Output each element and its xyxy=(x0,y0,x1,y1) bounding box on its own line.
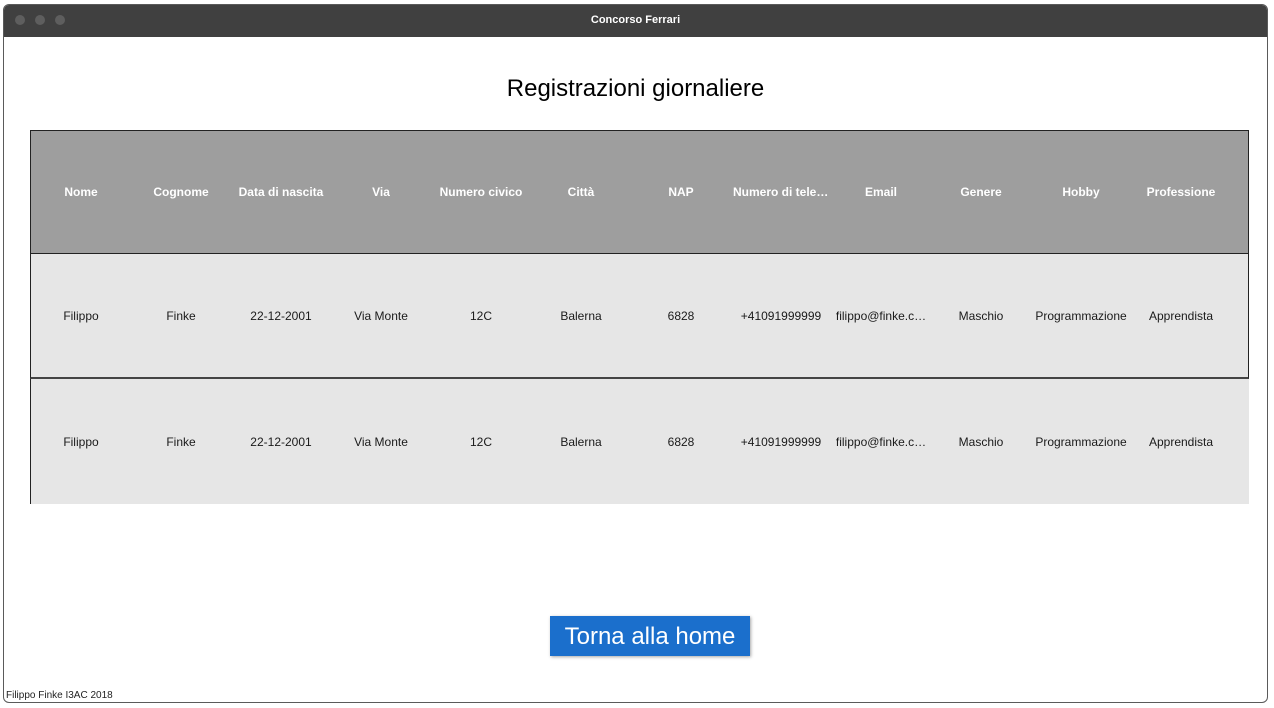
column-header-hobby[interactable]: Hobby xyxy=(1031,185,1131,199)
cell-nome: Filippo xyxy=(63,434,99,449)
column-header-nap[interactable]: NAP xyxy=(631,185,731,199)
cell-citta: Balerna xyxy=(560,434,602,449)
cell-cognome: Finke xyxy=(166,434,196,449)
column-header-professione[interactable]: Professione xyxy=(1131,185,1231,199)
column-header-citta[interactable]: Città xyxy=(531,185,631,199)
column-header-numero-di-telefono[interactable]: Numero di telef… xyxy=(731,185,831,199)
cell-via: Via Monte xyxy=(354,434,408,449)
cell-hobby: Programmazione xyxy=(1035,308,1127,323)
table-row[interactable]: Filippo Finke 22-12-2001 Via Monte 12C B… xyxy=(30,379,1249,504)
window-title: Concorso Ferrari xyxy=(590,14,681,26)
cell-hobby: Programmazione xyxy=(1035,434,1127,449)
column-header-data-di-nascita[interactable]: Data di nascita xyxy=(231,185,331,199)
cell-data-di-nascita: 22-12-2001 xyxy=(250,434,312,449)
cell-cognome: Finke xyxy=(166,308,196,323)
app-window: Concorso Ferrari Registrazioni giornalie… xyxy=(3,4,1268,703)
column-header-cognome[interactable]: Cognome xyxy=(131,185,231,199)
title-bar: Concorso Ferrari xyxy=(4,5,1267,37)
cell-numero-di-telefono: +41091999999 xyxy=(740,434,822,449)
column-header-email[interactable]: Email xyxy=(831,185,931,199)
cell-via: Via Monte xyxy=(354,308,408,323)
table-header-row: Nome Cognome Data di nascita Via Numero … xyxy=(30,130,1249,254)
home-button[interactable]: Torna alla home xyxy=(550,616,750,656)
cell-professione: Apprendista xyxy=(1148,434,1214,449)
cell-nap: 6828 xyxy=(667,434,695,449)
column-header-numero-civico[interactable]: Numero civico xyxy=(431,185,531,199)
cell-nap: 6828 xyxy=(667,308,695,323)
page-title: Registrazioni giornaliere xyxy=(506,75,765,102)
cell-professione: Apprendista xyxy=(1148,308,1214,323)
footer-credits: Filippo Finke I3AC 2018 xyxy=(6,690,113,701)
column-header-via[interactable]: Via xyxy=(331,185,431,199)
cell-numero-di-telefono: +41091999999 xyxy=(740,308,822,323)
cell-genere: Maschio xyxy=(958,434,1004,449)
cell-numero-civico: 12C xyxy=(469,434,492,449)
cell-genere: Maschio xyxy=(958,308,1004,323)
cell-citta: Balerna xyxy=(560,308,602,323)
cell-email: filippo@finke.c… xyxy=(835,308,927,323)
cell-nome: Filippo xyxy=(63,308,99,323)
cell-numero-civico: 12C xyxy=(469,308,492,323)
column-header-genere[interactable]: Genere xyxy=(931,185,1031,199)
column-header-nome[interactable]: Nome xyxy=(31,185,131,199)
cell-email: filippo@finke.c… xyxy=(835,434,927,449)
cell-data-di-nascita: 22-12-2001 xyxy=(250,308,312,323)
registrations-table: Nome Cognome Data di nascita Via Numero … xyxy=(30,130,1249,504)
table-row[interactable]: Filippo Finke 22-12-2001 Via Monte 12C B… xyxy=(30,254,1249,379)
